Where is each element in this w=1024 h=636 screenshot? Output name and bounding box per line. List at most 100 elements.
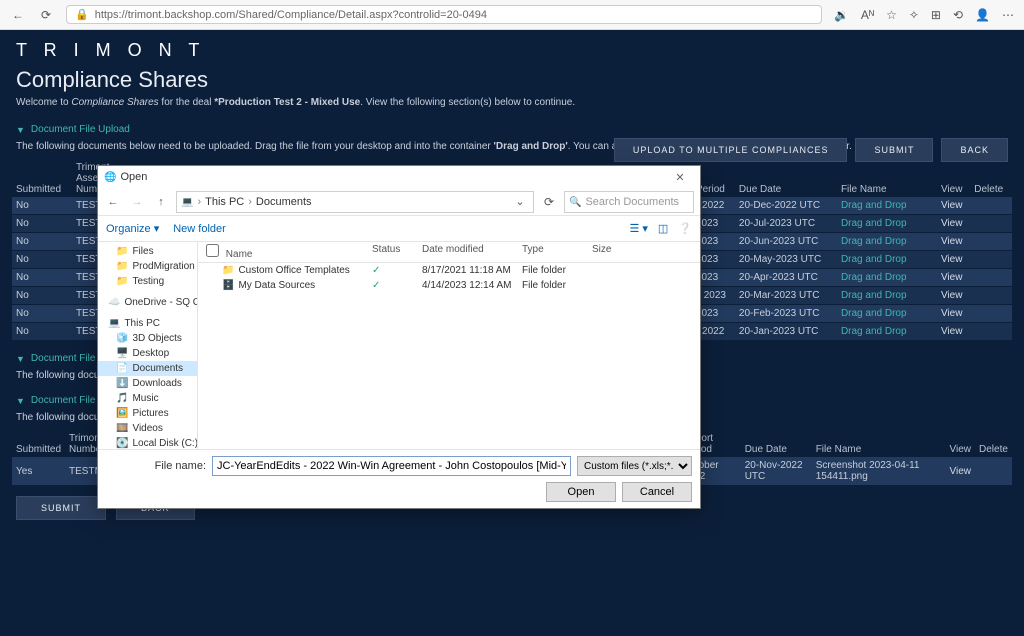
col-view: View: [937, 160, 970, 197]
side-pictures[interactable]: Pictures: [98, 406, 197, 421]
open-button[interactable]: Open: [546, 482, 616, 502]
cell-due: 20-Mar-2023 UTC: [735, 287, 837, 305]
search-input[interactable]: Search Documents: [564, 191, 694, 213]
profile-icon[interactable]: 👤: [975, 8, 990, 22]
extensions-icon[interactable]: ⊞: [931, 8, 941, 22]
filename-input[interactable]: [212, 456, 571, 476]
text-size-icon[interactable]: Aᴺ: [861, 8, 874, 22]
drag-drop-link[interactable]: Drag and Drop: [837, 287, 937, 305]
subtitle-pre: Welcome to: [16, 97, 71, 108]
col-submitted: Submitted: [12, 160, 72, 197]
file-row[interactable]: Custom Office Templates8/17/2021 11:18 A…: [198, 263, 700, 278]
view-link[interactable]: View: [937, 323, 970, 341]
crumb-pc[interactable]: This PC: [205, 196, 244, 208]
drag-drop-link[interactable]: Drag and Drop: [837, 197, 937, 215]
col-size[interactable]: Size: [592, 244, 642, 260]
browser-chrome: ← ⟳ 🔒 https://trimont.backshop.com/Share…: [0, 0, 1024, 30]
side-prodmig[interactable]: ProdMigration: [98, 259, 197, 274]
nav-up-icon[interactable]: ↑: [152, 196, 170, 208]
submit-button-bottom[interactable]: SUBMIT: [16, 496, 106, 520]
url-text: https://trimont.backshop.com/Shared/Comp…: [95, 9, 487, 21]
side-desktop[interactable]: Desktop: [98, 346, 197, 361]
view-link[interactable]: View: [937, 197, 970, 215]
close-icon[interactable]: ✕: [666, 171, 694, 184]
help-icon[interactable]: ❔: [678, 222, 692, 235]
col-status[interactable]: Status: [372, 244, 422, 260]
cell-delete[interactable]: [970, 269, 1012, 287]
col-type[interactable]: Type: [522, 244, 592, 260]
dialog-toolbar: Organize ▾ New folder ☰ ▾ ◫ ❔: [98, 216, 700, 242]
crumb-dropdown-icon[interactable]: ⌄: [511, 195, 529, 208]
menu-icon[interactable]: ⋯: [1002, 8, 1014, 22]
side-music[interactable]: Music: [98, 391, 197, 406]
sync-icon[interactable]: ⟲: [953, 8, 963, 22]
cell-delete[interactable]: [970, 233, 1012, 251]
cell-delete[interactable]: [970, 251, 1012, 269]
nav-back-icon[interactable]: ←: [104, 196, 122, 208]
drag-drop-link[interactable]: Drag and Drop: [837, 215, 937, 233]
address-bar[interactable]: 🔒 https://trimont.backshop.com/Shared/Co…: [66, 5, 822, 24]
file-row[interactable]: My Data Sources4/14/2023 12:14 AMFile fo…: [198, 278, 700, 293]
cell-delete[interactable]: [970, 197, 1012, 215]
back-icon[interactable]: ←: [10, 7, 26, 23]
cell-delete[interactable]: [970, 323, 1012, 341]
side-downloads[interactable]: Downloads: [98, 376, 197, 391]
drag-drop-link[interactable]: Drag and Drop: [837, 269, 937, 287]
drag-drop-link[interactable]: Drag and Drop: [837, 305, 937, 323]
crumb-docs[interactable]: Documents: [256, 196, 312, 208]
side-3d[interactable]: 3D Objects: [98, 331, 197, 346]
side-thispc[interactable]: This PC: [98, 316, 197, 331]
view-link[interactable]: View: [946, 457, 976, 486]
action-buttons: UPLOAD TO MULTIPLE COMPLIANCES SUBMIT BA…: [614, 138, 1008, 162]
side-files[interactable]: Files: [98, 244, 197, 259]
view-link[interactable]: View: [937, 251, 970, 269]
view-mode-icon[interactable]: ☰ ▾: [629, 222, 647, 235]
cell-file: Screenshot 2023-04-11 154411.png: [812, 457, 946, 486]
organize-button[interactable]: Organize ▾: [106, 222, 159, 235]
upload-multiple-button[interactable]: UPLOAD TO MULTIPLE COMPLIANCES: [614, 138, 848, 162]
status-icon: [372, 265, 422, 276]
nav-fwd-icon[interactable]: →: [128, 196, 146, 208]
breadcrumb[interactable]: This PC Documents ⌄: [176, 191, 534, 213]
submit-button[interactable]: SUBMIT: [855, 138, 933, 162]
filetype-select[interactable]: Custom files (*.xls;*.xlsm;*.xlsx;*: [577, 456, 692, 476]
refresh-icon[interactable]: ⟳: [38, 7, 54, 23]
view-link[interactable]: View: [937, 287, 970, 305]
drag-drop-link[interactable]: Drag and Drop: [837, 323, 937, 341]
view-link[interactable]: View: [937, 305, 970, 323]
view-link[interactable]: View: [937, 269, 970, 287]
view-link[interactable]: View: [937, 215, 970, 233]
view-link[interactable]: View: [937, 233, 970, 251]
cell-delete[interactable]: [970, 287, 1012, 305]
side-testing[interactable]: Testing: [98, 274, 197, 289]
side-documents[interactable]: Documents: [98, 361, 197, 376]
side-onedrive[interactable]: OneDrive - SQ Clo: [98, 295, 197, 310]
col-name[interactable]: Name: [226, 249, 253, 260]
read-aloud-icon[interactable]: 🔉: [834, 8, 849, 22]
drag-drop-link[interactable]: Drag and Drop: [837, 233, 937, 251]
refresh-icon[interactable]: [540, 195, 558, 209]
newfolder-button[interactable]: New folder: [173, 223, 226, 235]
cell-due: 20-Jul-2023 UTC: [735, 215, 837, 233]
collections-icon[interactable]: ✧: [909, 8, 919, 22]
cell-delete[interactable]: [970, 305, 1012, 323]
cancel-button[interactable]: Cancel: [622, 482, 692, 502]
cell-delete[interactable]: [970, 215, 1012, 233]
disk-icon: [116, 438, 128, 449]
side-disk[interactable]: Local Disk (C:): [98, 436, 197, 449]
col-modified[interactable]: Date modified: [422, 244, 522, 260]
subtitle: Welcome to Compliance Shares for the dea…: [0, 97, 1024, 118]
select-all-checkbox[interactable]: [206, 244, 219, 257]
downloads-icon: [116, 378, 128, 389]
preview-pane-icon[interactable]: ◫: [658, 222, 668, 235]
favorite-icon[interactable]: ☆: [886, 8, 897, 22]
cell-delete[interactable]: [975, 457, 1012, 486]
back-button[interactable]: BACK: [941, 138, 1008, 162]
dialog-bottom: File name: Custom files (*.xls;*.xlsm;*.…: [98, 449, 700, 508]
drag-drop-link[interactable]: Drag and Drop: [837, 251, 937, 269]
search-placeholder: Search Documents: [585, 196, 679, 208]
dialog-titlebar: Open ✕: [98, 166, 700, 188]
side-videos[interactable]: Videos: [98, 421, 197, 436]
filename-label: File name:: [106, 460, 206, 472]
cell-due: 20-Jan-2023 UTC: [735, 323, 837, 341]
